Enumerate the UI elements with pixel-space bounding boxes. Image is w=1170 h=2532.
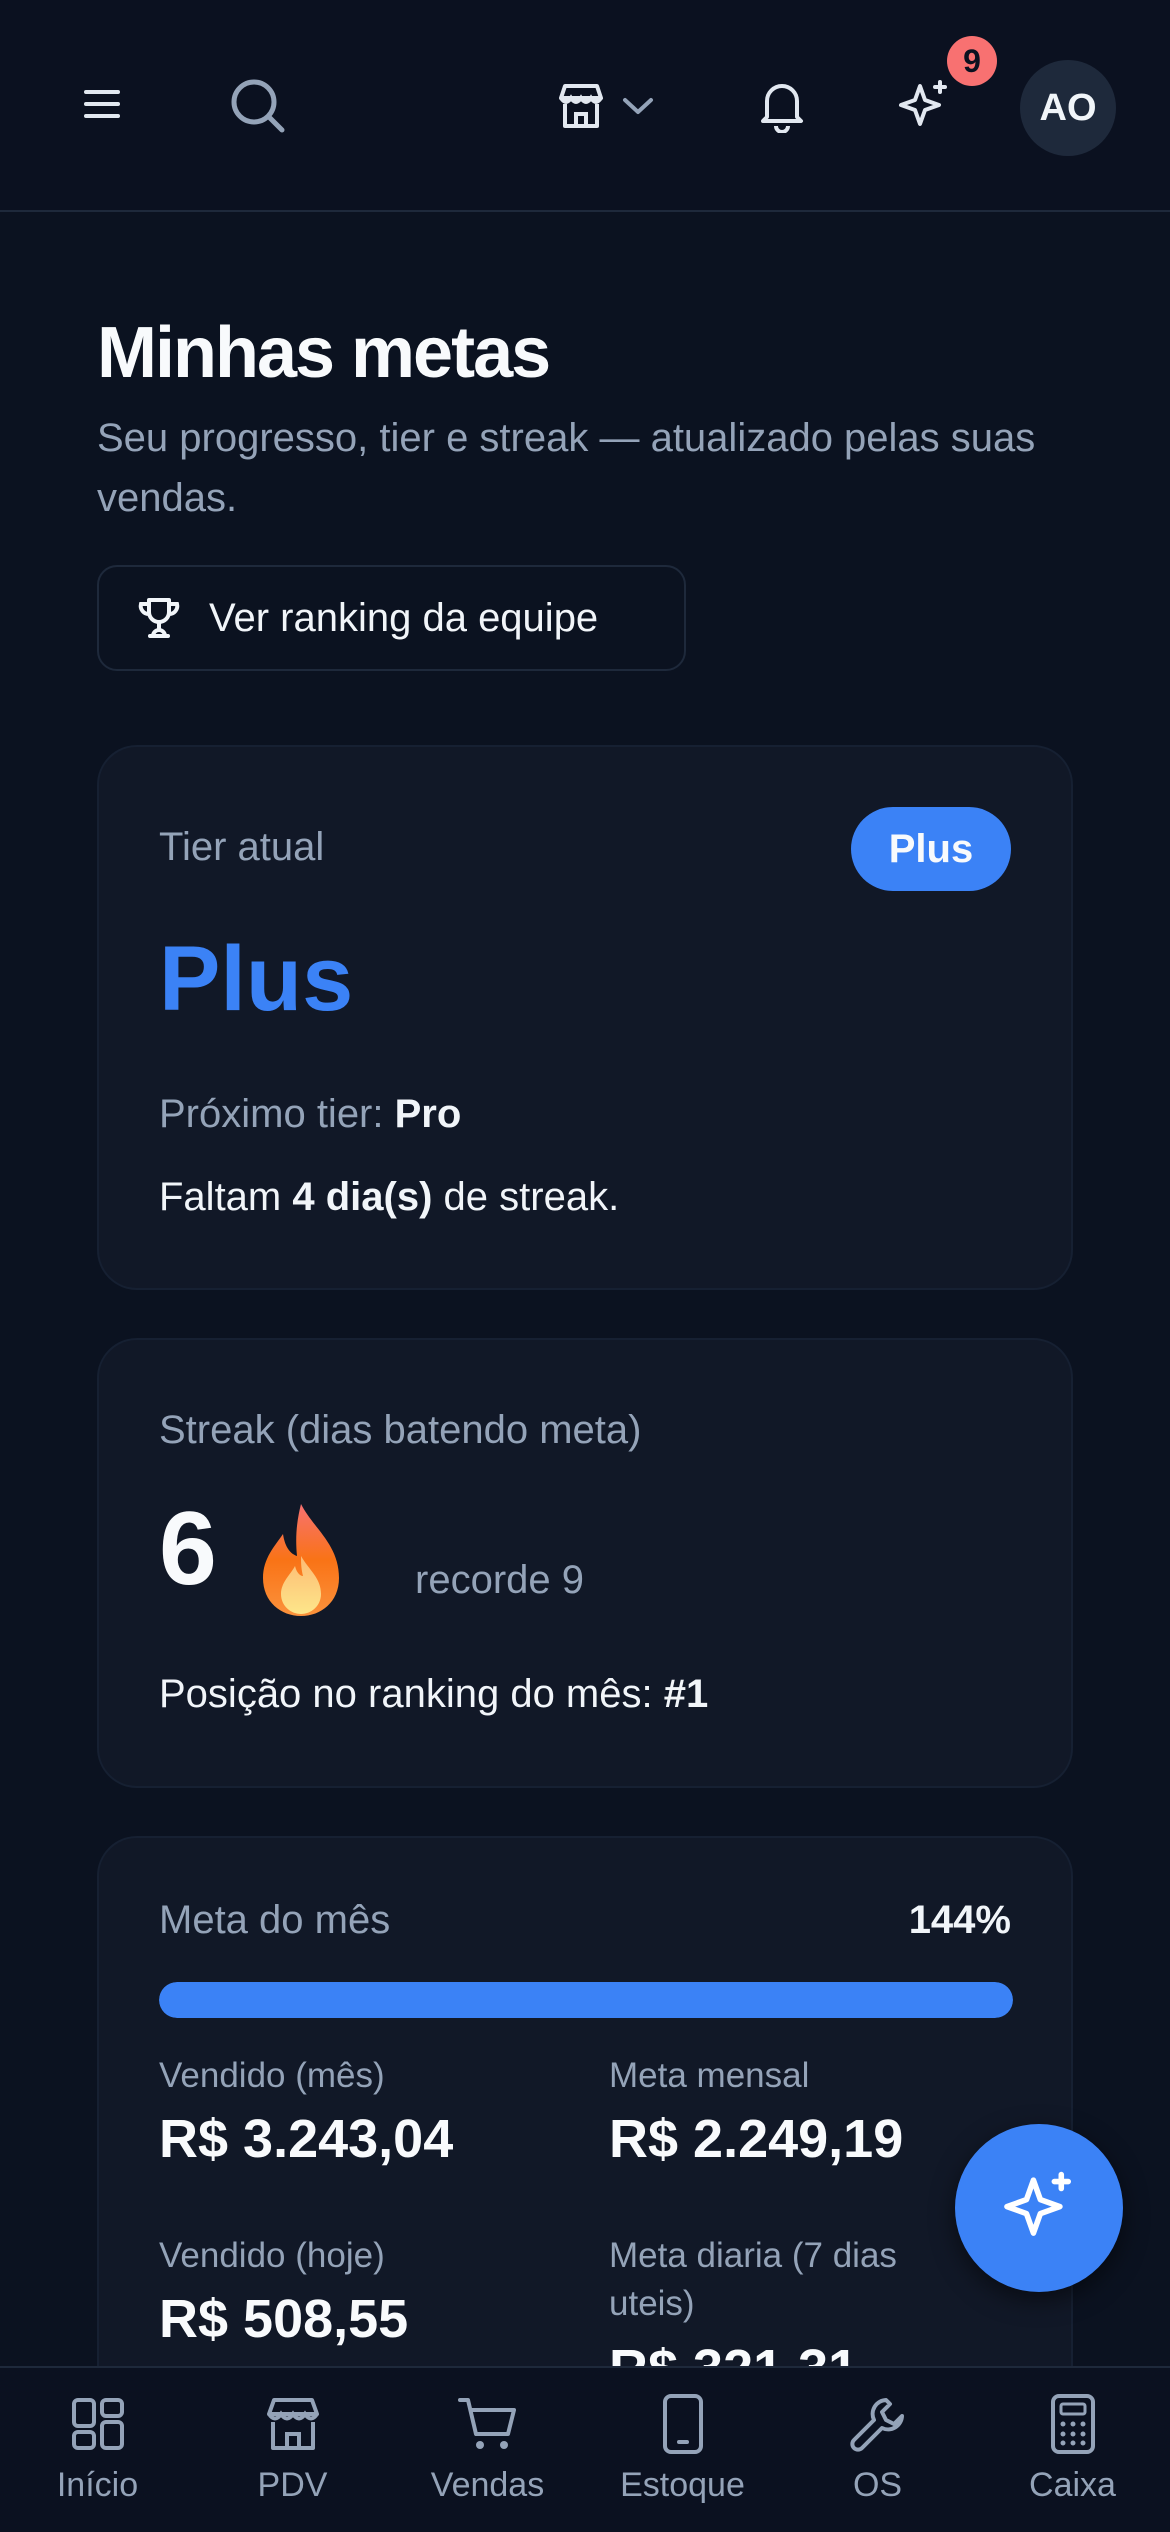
nav-item-inicio[interactable]: Início: [0, 2368, 195, 2532]
daily-goal-label: Meta diaria (7 dias uteis): [609, 2236, 897, 2323]
store-icon: [266, 2398, 319, 2450]
ai-assistant-button[interactable]: [888, 70, 960, 142]
nav-item-estoque[interactable]: Estoque: [585, 2368, 780, 2532]
sold-today-label: Vendido (hoje): [159, 2236, 385, 2275]
bell-icon: [761, 84, 803, 133]
fire-icon: [263, 1504, 339, 1616]
search-icon: [231, 79, 285, 133]
monthly-goal-amount-label: Meta mensal: [609, 2056, 810, 2095]
streak-record: recorde 9: [415, 1558, 584, 1602]
remaining-value: 4 dia(s): [292, 1175, 433, 1219]
nav-label: OS: [852, 2466, 903, 2504]
page-root: 9 AO Minhas metas Seu progresso, tier e …: [0, 0, 1170, 2532]
remaining-prefix: Faltam: [159, 1175, 282, 1219]
streak-label: Streak (dias batendo meta): [159, 1408, 642, 1452]
nav-label: Caixa: [1029, 2466, 1116, 2504]
menu-button[interactable]: [70, 72, 134, 136]
streak-value: 6: [159, 1491, 217, 1607]
ranking-position-line: Posição no ranking do mês: #1: [159, 1672, 708, 1717]
cart-icon: [457, 2398, 516, 2449]
ranking-position-label: Posição no ranking do mês:: [159, 1672, 653, 1716]
nav-label: Estoque: [620, 2466, 745, 2504]
top-app-bar: 9 AO: [0, 0, 1170, 212]
ai-badge-count: 9: [947, 36, 997, 86]
notifications-button[interactable]: [746, 70, 818, 142]
sparkles-icon: [1004, 2171, 1072, 2236]
nav-item-os[interactable]: OS: [780, 2368, 975, 2532]
calculator-icon: [1050, 2394, 1095, 2454]
tier-card: Tier atual Plus Plus Próximo tier: Pro F…: [97, 745, 1073, 1290]
grid-icon: [71, 2398, 124, 2450]
user-avatar[interactable]: AO: [1020, 60, 1116, 156]
chevron-down-icon: [623, 98, 653, 114]
monthly-goal-label: Meta do mês: [159, 1898, 391, 1942]
nav-item-pdv[interactable]: PDV: [195, 2368, 390, 2532]
store-selector[interactable]: [545, 70, 665, 142]
monthly-goal-progress-fill: [159, 1982, 1013, 2018]
monthly-goal-amount-value: R$ 2.249,19: [609, 2109, 904, 2169]
sold-month-label: Vendido (mês): [159, 2056, 385, 2095]
remaining-suffix: de streak.: [443, 1175, 620, 1219]
trophy-icon: [138, 598, 180, 638]
streak-card: Streak (dias batendo meta) 6 recorde 9 P…: [97, 1338, 1073, 1788]
tablet-icon: [662, 2394, 703, 2454]
tier-badge: Plus: [851, 807, 1011, 891]
store-icon: [559, 84, 603, 128]
next-tier-label: Próximo tier:: [159, 1092, 384, 1136]
ranking-position-value: #1: [663, 1672, 709, 1716]
nav-label: PDV: [257, 2466, 328, 2504]
sold-month-value: R$ 3.243,04: [159, 2109, 454, 2169]
nav-item-caixa[interactable]: Caixa: [975, 2368, 1170, 2532]
current-tier: Plus: [159, 928, 354, 1030]
wrench-icon: [849, 2398, 904, 2452]
menu-icon: [84, 90, 120, 118]
nav-label: Vendas: [430, 2466, 545, 2504]
nav-item-vendas[interactable]: Vendas: [390, 2368, 585, 2532]
ai-assistant-fab[interactable]: [955, 2124, 1123, 2292]
sparkles-icon: [899, 80, 947, 126]
monthly-goal-percent: 144%: [908, 1898, 1011, 1942]
nav-label: Início: [56, 2466, 139, 2504]
bottom-navigation: Início PDV Vendas Estoque OS Caixa: [0, 2366, 1170, 2532]
page-title: Minhas metas: [97, 313, 551, 393]
page-subtitle: Seu progresso, tier e streak — atualizad…: [97, 416, 1036, 520]
search-button[interactable]: [222, 70, 294, 142]
tier-label: Tier atual: [159, 825, 325, 869]
next-tier-line: Próximo tier: Pro: [159, 1092, 461, 1137]
team-ranking-label: Ver ranking da equipe: [209, 595, 599, 640]
monthly-goal-progress-bar: [159, 1982, 1013, 2018]
remaining-streak-line: Faltam 4 dia(s) de streak.: [159, 1175, 619, 1220]
team-ranking-button[interactable]: Ver ranking da equipe: [97, 565, 686, 671]
sold-today-value: R$ 508,55: [159, 2289, 409, 2349]
next-tier-value: Pro: [394, 1092, 462, 1136]
